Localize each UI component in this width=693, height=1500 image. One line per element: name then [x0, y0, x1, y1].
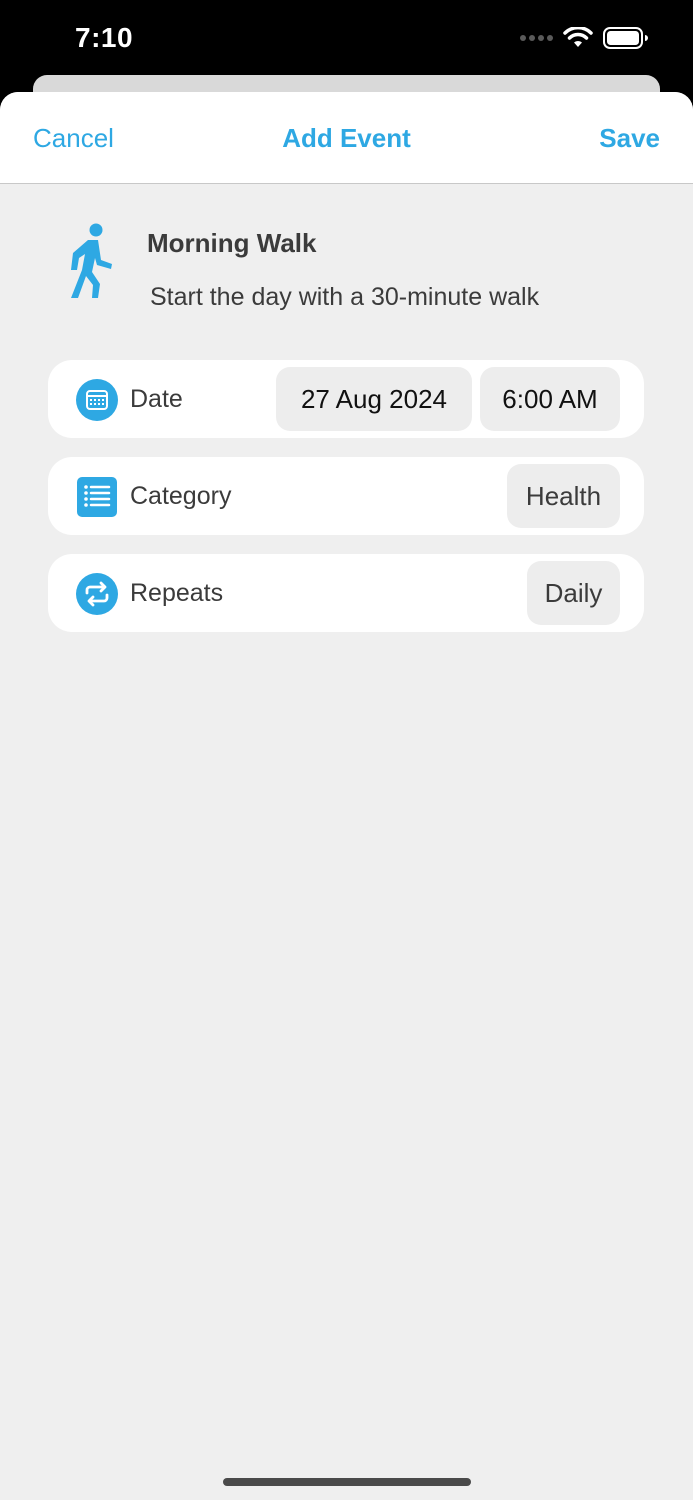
date-picker-button[interactable]: 27 Aug 2024 [276, 367, 472, 431]
status-bar: 7:10 [0, 0, 693, 80]
date-row[interactable]: Date 27 Aug 2024 6:00 AM [48, 360, 644, 438]
cellular-signal-icon [520, 35, 553, 41]
wifi-icon [563, 27, 593, 47]
page-title: Add Event [282, 123, 411, 153]
category-picker-button[interactable]: Health [507, 464, 620, 528]
time-picker-button[interactable]: 6:00 AM [480, 367, 620, 431]
repeats-picker-button[interactable]: Daily [527, 561, 620, 625]
category-row[interactable]: Category Health [48, 457, 644, 535]
calendar-icon [76, 379, 118, 421]
navigation-bar: Cancel Add Event Save [0, 92, 693, 184]
home-indicator[interactable] [223, 1478, 471, 1486]
battery-icon [603, 27, 648, 49]
status-icons [520, 27, 649, 49]
add-event-sheet: Cancel Add Event Save Morning Walk Start… [0, 92, 693, 1500]
list-icon [77, 477, 117, 517]
date-label: Date [130, 385, 183, 413]
event-title: Morning Walk [147, 228, 317, 258]
save-button[interactable]: Save [599, 123, 660, 154]
category-label: Category [130, 482, 232, 510]
event-description: Start the day with a 30-minute walk [150, 283, 540, 311]
walking-figure-icon [71, 223, 112, 298]
repeats-label: Repeats [130, 579, 224, 607]
repeats-row[interactable]: Repeats Daily [48, 554, 644, 632]
repeat-icon [76, 573, 118, 615]
status-time: 7:10 [75, 22, 134, 53]
